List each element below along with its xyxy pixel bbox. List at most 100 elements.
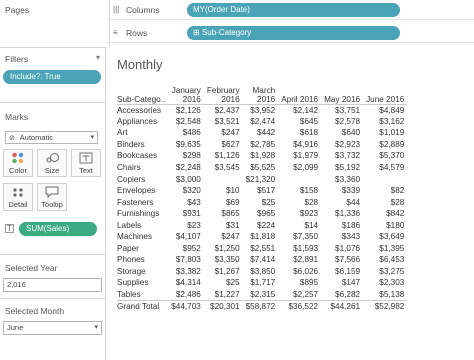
table-cell[interactable]: $2,303 [363,277,407,289]
table-cell[interactable]: $5,192 [321,162,363,174]
table-cell[interactable]: $2,923 [321,139,363,151]
table-cell[interactable]: $2,257 [278,289,321,301]
table-cell[interactable]: $486 [168,127,204,139]
table-cell[interactable]: $627 [204,139,243,151]
table-cell[interactable]: $4,849 [363,104,407,116]
table-cell[interactable]: $36,522 [278,299,322,312]
table-cell[interactable]: $1,126 [204,150,243,162]
table-cell[interactable]: $224 [243,219,279,231]
table-cell[interactable]: $842 [363,208,407,220]
table-cell[interactable]: $2,578 [321,116,363,128]
row-label[interactable]: Accessories [117,104,168,116]
table-cell[interactable]: $640 [321,127,363,139]
table-cell[interactable]: $3,952 [243,104,279,116]
table-cell[interactable]: $3,360 [321,173,363,185]
rows-pill-sub-category[interactable]: ⊞ Sub-Category [187,26,400,40]
table-cell[interactable]: $7,414 [243,254,279,266]
table-cell[interactable]: $186 [321,219,363,231]
table-cell[interactable]: $1,979 [278,150,321,162]
table-cell[interactable]: $44,261 [321,299,364,312]
row-label[interactable]: Labels [117,219,168,231]
row-label[interactable]: Binders [117,139,168,151]
table-cell[interactable]: $645 [278,116,321,128]
mark-text-button[interactable]: Text [71,149,101,177]
table-cell[interactable]: $20,301 [203,299,243,312]
row-label[interactable]: Bookcases [117,150,168,162]
row-label[interactable]: Chairs [117,162,168,174]
table-cell[interactable]: $9,635 [168,139,204,151]
table-cell[interactable]: $1,250 [204,243,243,255]
table-cell[interactable]: $2,315 [243,289,279,301]
table-cell[interactable]: $14 [278,219,321,231]
grand-total-label[interactable]: Grand Total [117,299,169,312]
table-cell[interactable]: $3,275 [363,266,407,278]
table-cell[interactable]: $923 [278,208,321,220]
table-cell[interactable]: $1,717 [243,277,279,289]
table-cell[interactable]: $2,474 [243,116,279,128]
filter-pill-include[interactable]: Include?: True [3,70,101,84]
table-cell[interactable]: $10 [204,185,243,197]
table-cell[interactable]: $6,159 [321,266,363,278]
row-label[interactable]: Copiers [117,173,168,185]
table-cell[interactable] [204,173,243,185]
table-cell[interactable]: $44,703 [168,299,204,312]
table-cell[interactable]: $52,982 [363,299,408,312]
row-label[interactable]: Phones [117,254,168,266]
table-cell[interactable]: $1,336 [321,208,363,220]
row-label[interactable]: Machines [117,231,168,243]
rows-shelf[interactable]: ≡ Rows ⊞ Sub-Category [107,23,474,43]
table-cell[interactable]: $3,000 [168,173,204,185]
table-cell[interactable]: $1,818 [243,231,279,243]
table-cell[interactable]: $2,437 [204,104,243,116]
table-cell[interactable]: $343 [321,231,363,243]
table-cell[interactable]: $3,162 [363,116,407,128]
table-cell[interactable]: $25 [243,196,279,208]
table-cell[interactable]: $5,370 [363,150,407,162]
table-cell[interactable]: $4,916 [278,139,321,151]
mark-size-button[interactable]: Size [37,149,67,177]
table-cell[interactable]: $6,026 [278,266,321,278]
table-cell[interactable]: $28 [278,196,321,208]
table-cell[interactable]: $180 [363,219,407,231]
table-cell[interactable]: $5,525 [243,162,279,174]
row-header-subcategory[interactable]: Sub-Catego.. [117,80,169,105]
table-cell[interactable]: $3,382 [168,266,204,278]
mark-tooltip-button[interactable]: Tooltip [37,183,67,211]
row-label[interactable]: Fasteners [117,196,168,208]
row-label[interactable]: Tables [117,289,168,301]
table-cell[interactable]: $1,227 [204,289,243,301]
table-cell[interactable]: $2,142 [278,104,321,116]
table-cell[interactable]: $23 [168,219,204,231]
table-cell[interactable]: $43 [168,196,204,208]
table-cell[interactable]: $2,551 [243,243,279,255]
table-cell[interactable]: $3,521 [204,116,243,128]
table-cell[interactable]: $6,453 [363,254,407,266]
table-cell[interactable]: $618 [278,127,321,139]
table-cell[interactable]: $298 [168,150,204,162]
table-cell[interactable]: $2,248 [168,162,204,174]
table-cell[interactable]: $82 [363,185,407,197]
table-cell[interactable]: $6,282 [321,289,363,301]
selected-month-dropdown[interactable]: June ▾ [3,321,102,335]
table-cell[interactable]: $3,350 [204,254,243,266]
table-cell[interactable]: $865 [204,208,243,220]
table-cell[interactable]: $4,314 [168,277,204,289]
table-cell[interactable]: $28 [363,196,407,208]
table-cell[interactable]: $247 [204,231,243,243]
table-cell[interactable]: $442 [243,127,279,139]
table-cell[interactable]: $3,751 [321,104,363,116]
table-cell[interactable]: $3,649 [363,231,407,243]
row-label[interactable]: Furnishings [117,208,168,220]
table-cell[interactable]: $2,891 [278,254,321,266]
table-cell[interactable]: $952 [168,243,204,255]
table-cell[interactable]: $7,350 [278,231,321,243]
columns-pill-order-date[interactable]: MY(Order Date) [187,3,400,17]
col-header-mar[interactable]: March 2016 [242,80,279,105]
row-label[interactable]: Appliances [117,116,168,128]
table-cell[interactable]: $69 [204,196,243,208]
table-cell[interactable]: $3,732 [321,150,363,162]
table-cell[interactable]: $1,076 [321,243,363,255]
table-cell[interactable]: $5,138 [363,289,407,301]
table-cell[interactable]: $21,320 [243,173,279,185]
table-cell[interactable]: $31 [204,219,243,231]
